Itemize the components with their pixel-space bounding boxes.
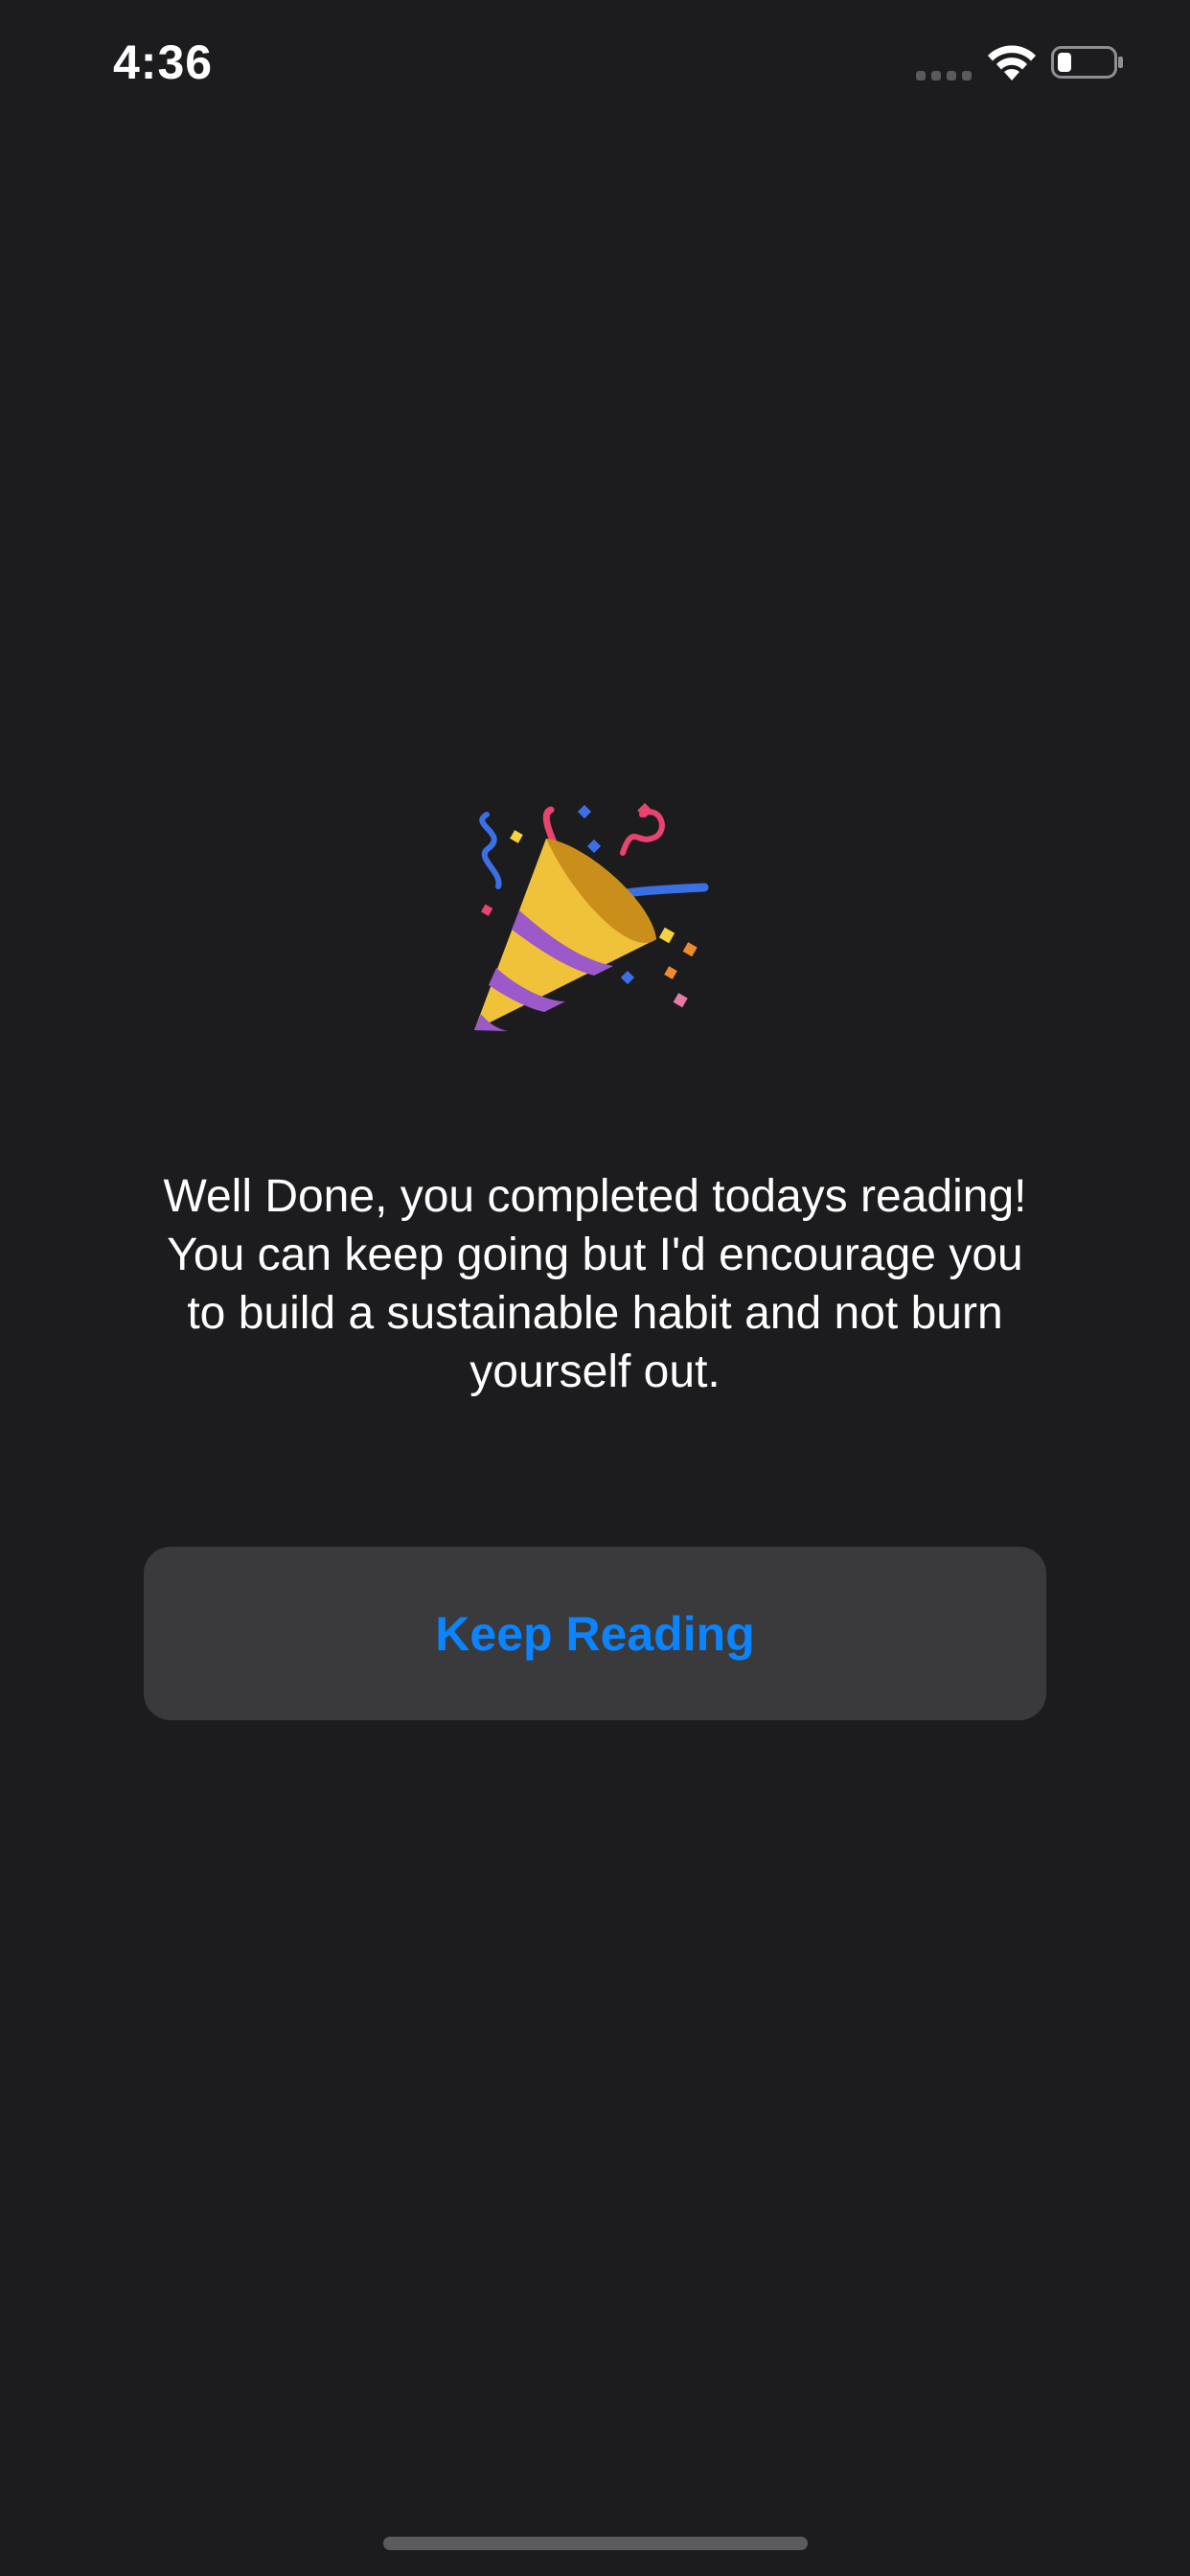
battery-icon [1051,46,1123,79]
keep-reading-button[interactable]: Keep Reading [144,1547,1046,1720]
completion-screen: 4:36 Well Done, you completed todays rea… [0,0,1190,2576]
wifi-icon [988,45,1036,80]
keep-reading-label: Keep Reading [435,1606,755,1661]
cellular-signal-icon [916,71,972,80]
completion-message: Well Done, you completed todays reading!… [163,1171,1027,1397]
party-popper-icon [474,802,709,1031]
status-bar: 4:36 [0,0,1190,134]
status-time: 4:36 [113,35,214,89]
home-indicator[interactable] [383,2537,808,2550]
